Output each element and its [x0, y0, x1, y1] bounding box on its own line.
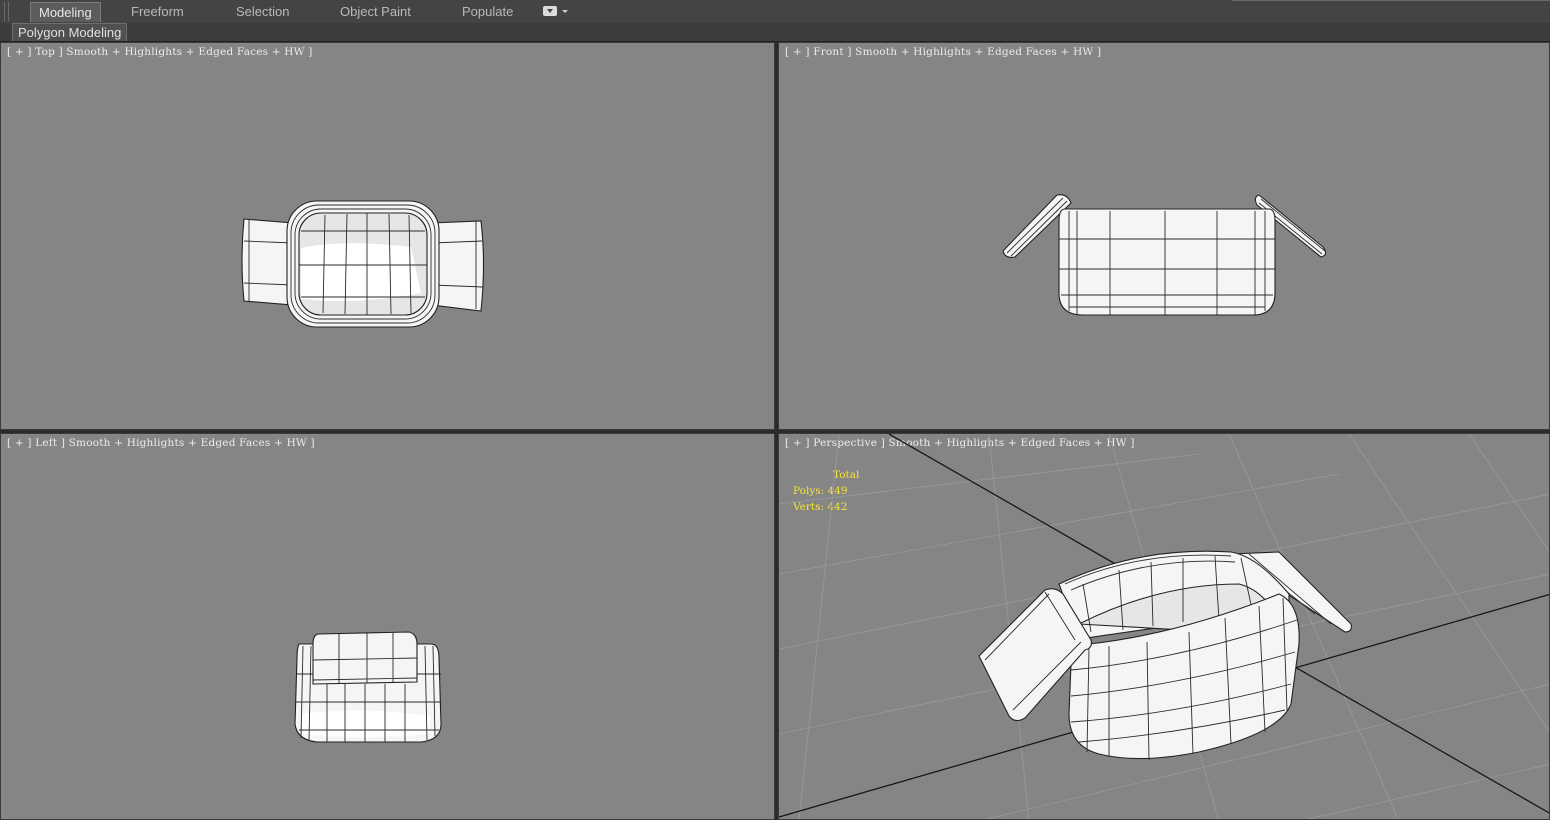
ribbon-tab-bar: Modeling Freeform Selection Object Paint…	[0, 0, 1550, 24]
tab-selection[interactable]: Selection	[236, 2, 289, 21]
viewport-front[interactable]: [ + ] Front ] Smooth + Highlights + Edge…	[778, 42, 1550, 430]
divider	[1232, 0, 1550, 1]
ribbon-grip[interactable]	[4, 2, 9, 21]
top-view-model	[241, 200, 485, 328]
viewport-perspective[interactable]: [ + ] Perspective ] Smooth + Highlights …	[778, 433, 1550, 820]
chevron-down-icon[interactable]	[562, 10, 568, 13]
tab-populate[interactable]: Populate	[462, 2, 513, 21]
viewport-left[interactable]: [ + ] Left ] Smooth + Highlights + Edged…	[0, 433, 775, 820]
viewport-top[interactable]: [ + ] Top ] Smooth + Highlights + Edged …	[0, 42, 775, 430]
tab-modeling[interactable]: Modeling	[30, 2, 101, 22]
left-view-model	[294, 631, 442, 743]
perspective-view-model	[779, 434, 1549, 819]
ribbon-options-icon[interactable]	[543, 6, 557, 16]
panel-polygon-modeling[interactable]: Polygon Modeling	[12, 23, 128, 41]
ribbon-panel-bar: Polygon Modeling	[0, 23, 1550, 42]
front-view-model	[1002, 194, 1327, 316]
tab-object-paint[interactable]: Object Paint	[340, 2, 411, 21]
tab-freeform[interactable]: Freeform	[131, 2, 184, 21]
